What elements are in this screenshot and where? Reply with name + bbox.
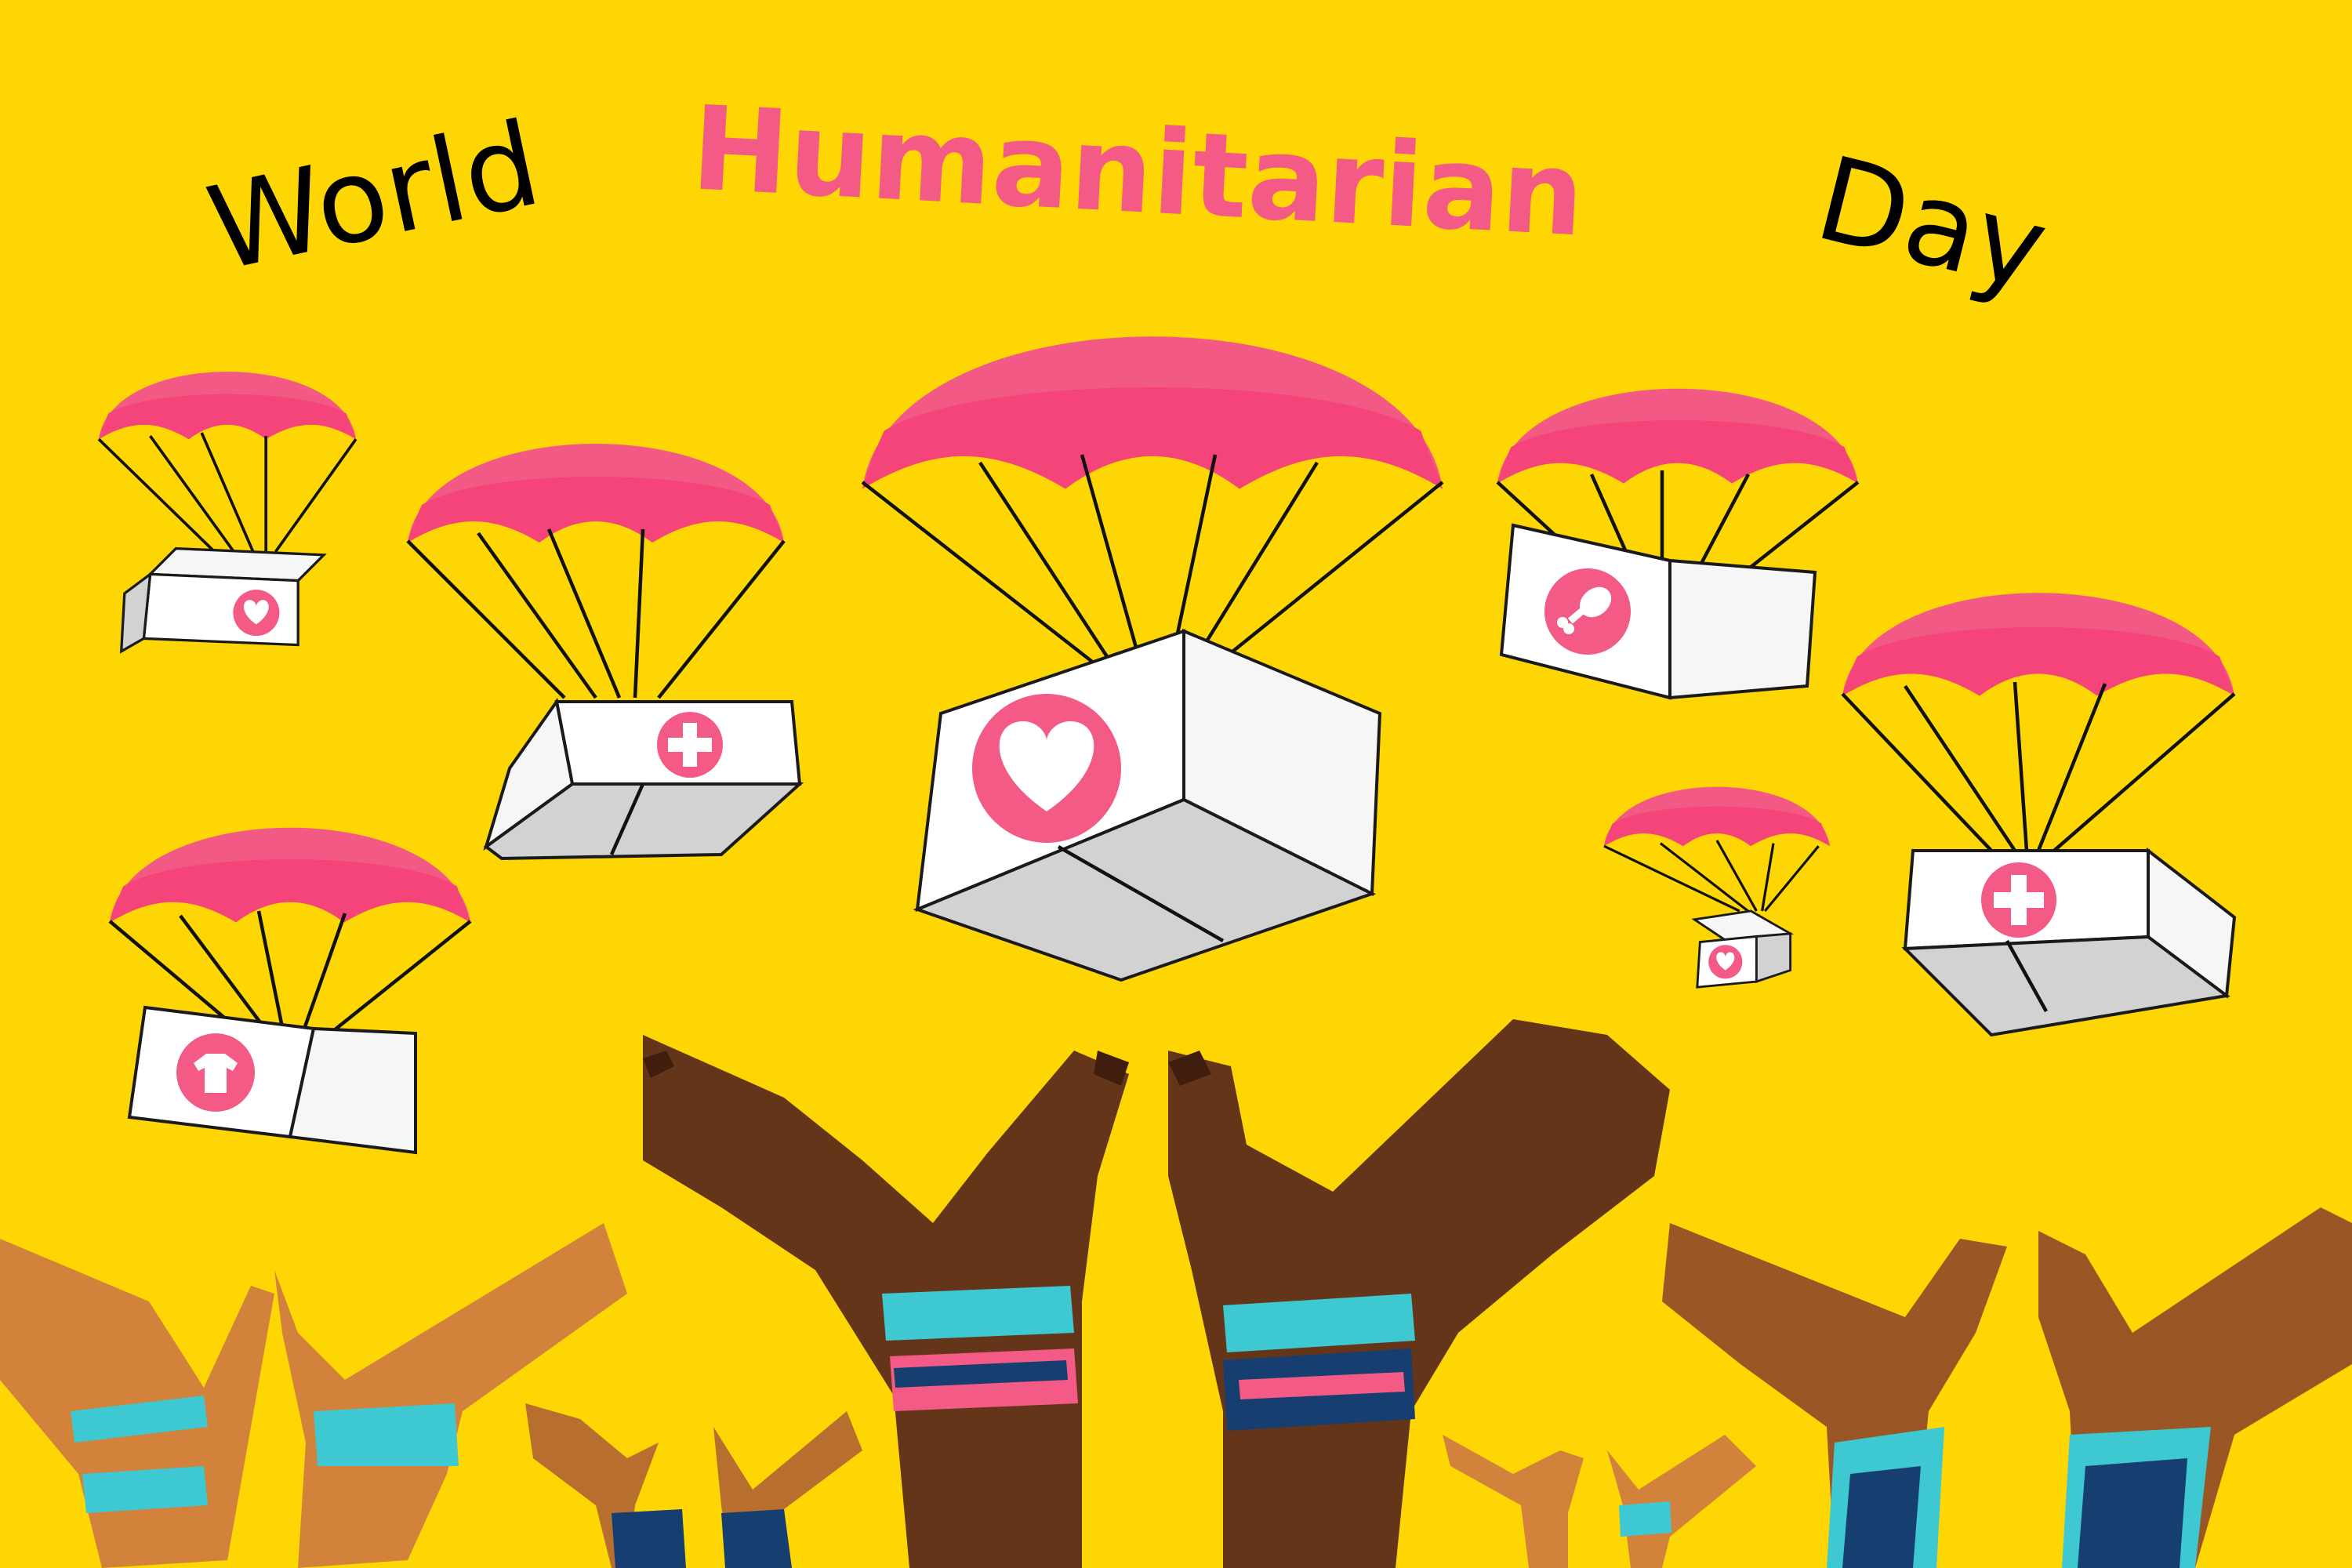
hand-small-left: [525, 1403, 862, 1568]
clothing-shirt-icon: [176, 1033, 255, 1112]
heart-icon: [233, 590, 280, 637]
parachute-heart-tiny: [1603, 784, 1830, 989]
hand-center-right: [1168, 1019, 1670, 1568]
title-humanitarian: Humanitarian: [688, 81, 1587, 262]
parachute-food: [1496, 384, 1860, 700]
parachute-heart-small: [97, 368, 358, 654]
parachute-clothing: [108, 823, 472, 1155]
hand-left-2: [274, 1223, 627, 1568]
parachute-medical-left: [406, 439, 804, 861]
title: World Humanitarian Day: [198, 81, 2060, 317]
food-drumstick-icon: [1544, 568, 1631, 655]
bracelet: [1223, 1294, 1415, 1431]
sleeve: [2062, 1427, 2211, 1568]
parachute-heart-large: [861, 329, 1444, 982]
title-world: World: [198, 96, 551, 297]
sleeve: [1827, 1427, 1944, 1568]
hand-small-right: [1443, 1435, 1756, 1568]
medical-cross-icon: [657, 712, 723, 778]
medical-cross-icon: [1981, 862, 2056, 938]
bracelet: [1619, 1501, 1671, 1537]
bracelet: [314, 1403, 459, 1466]
parachute-medical-right: [1841, 588, 2237, 1037]
heart-icon: [1708, 945, 1743, 979]
title-day: Day: [1805, 131, 2060, 318]
illustration-scene: World Humanitarian Day: [0, 81, 2352, 1568]
sleeve: [612, 1509, 792, 1568]
heart-icon: [972, 694, 1121, 843]
